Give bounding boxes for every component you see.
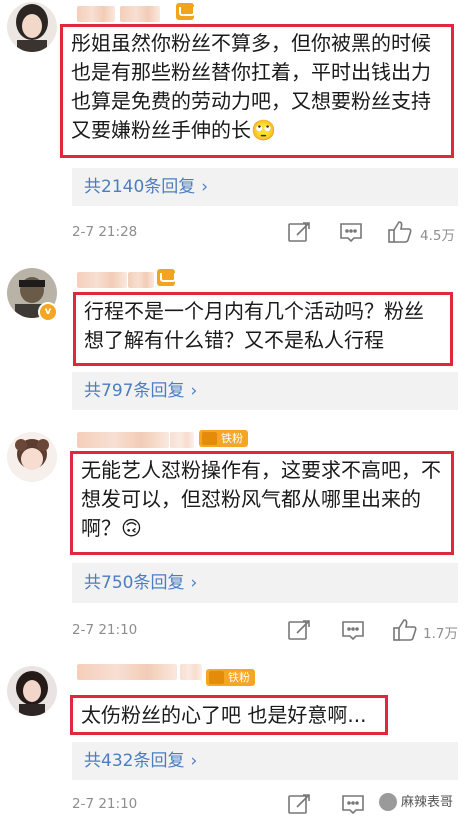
username-blurred[interactable] xyxy=(77,432,169,448)
avatar[interactable] xyxy=(7,2,57,52)
like-count: 4.5万 xyxy=(420,228,455,244)
like-icon[interactable] xyxy=(386,218,414,246)
avatar[interactable] xyxy=(7,432,57,482)
comment-text-highlight: 行程不是一个月内有几个活动吗？粉丝想了解有什么错？又不是私人行程 xyxy=(73,292,453,366)
view-replies-link[interactable]: 共432条回复 › xyxy=(84,751,197,771)
username-blurred[interactable] xyxy=(120,6,160,22)
view-replies-link[interactable]: 共797条回复 › xyxy=(84,381,197,401)
member-crown-icon xyxy=(176,3,195,20)
crown-icon xyxy=(209,671,224,684)
repost-icon[interactable] xyxy=(285,790,313,818)
comment-text-highlight: 彤姐虽然你粉丝不算多，但你被黑的时候也是有那些粉丝替你扛着，平时出钱出力也算是免… xyxy=(60,24,454,158)
comment-text-highlight: 太伤粉丝的心了吧 也是好意啊... xyxy=(70,695,388,735)
repost-icon[interactable] xyxy=(285,218,313,246)
comment-text-highlight: 无能艺人怼粉操作有，这要求不高吧，不想发可以，但怼粉风气都从哪里出来的啊？🙃 xyxy=(70,451,454,555)
crown-icon xyxy=(202,432,217,445)
fan-level-badge: 铁粉 xyxy=(206,669,255,686)
repost-icon[interactable] xyxy=(285,616,313,644)
replies-panel[interactable]: 共797条回复 › xyxy=(72,372,458,410)
timestamp: 2-7 21:28 xyxy=(72,224,138,240)
like-icon[interactable] xyxy=(391,616,419,644)
replies-panel[interactable]: 共432条回复 › xyxy=(72,742,458,780)
view-replies-link[interactable]: 共2140条回复 › xyxy=(84,177,208,197)
comment-text: 彤姐虽然你粉丝不算多，但你被黑的时候也是有那些粉丝替你扛着，平时出钱出力也算是免… xyxy=(71,31,431,142)
username-blurred[interactable] xyxy=(170,432,194,448)
username-blurred[interactable] xyxy=(77,664,177,680)
username-blurred[interactable] xyxy=(180,664,202,680)
timestamp: 2-7 21:10 xyxy=(72,622,138,638)
replies-panel[interactable]: 共750条回复 › xyxy=(72,563,458,603)
fan-level-badge: 铁粉 xyxy=(199,430,248,447)
watermark: 麻辣表哥 xyxy=(378,791,453,811)
username-blurred[interactable] xyxy=(77,272,127,288)
comment-icon[interactable] xyxy=(339,616,367,644)
chevron-right-icon: › xyxy=(190,381,198,401)
chevron-right-icon: › xyxy=(190,751,198,771)
comment-icon[interactable] xyxy=(337,218,365,246)
avatar[interactable] xyxy=(7,666,57,716)
view-replies-link[interactable]: 共750条回复 › xyxy=(84,573,197,593)
username-blurred[interactable] xyxy=(128,272,154,288)
member-crown-icon xyxy=(157,269,176,286)
like-count: 1.7万 xyxy=(423,626,458,642)
comment-text: 太伤粉丝的心了吧 也是好意啊... xyxy=(81,703,367,727)
comment-text: 行程不是一个月内有几个活动吗？粉丝想了解有什么错？又不是私人行程 xyxy=(84,299,424,352)
verified-badge-icon: v xyxy=(38,302,58,322)
timestamp: 2-7 21:10 xyxy=(72,796,138,812)
replies-panel[interactable]: 共2140条回复 › xyxy=(72,168,458,206)
comment-footer: 2-7 21:10 1.7万 xyxy=(0,616,465,646)
comment-icon[interactable] xyxy=(339,790,367,818)
chevron-right-icon: › xyxy=(201,177,209,197)
username-blurred[interactable] xyxy=(77,6,115,22)
comment-text: 无能艺人怼粉操作有，这要求不高吧，不想发可以，但怼粉风气都从哪里出来的啊？🙃 xyxy=(81,458,441,540)
chevron-right-icon: › xyxy=(190,573,198,593)
wechat-logo-icon xyxy=(378,793,397,811)
comment-footer: 2-7 21:28 4.5万 xyxy=(0,218,465,248)
